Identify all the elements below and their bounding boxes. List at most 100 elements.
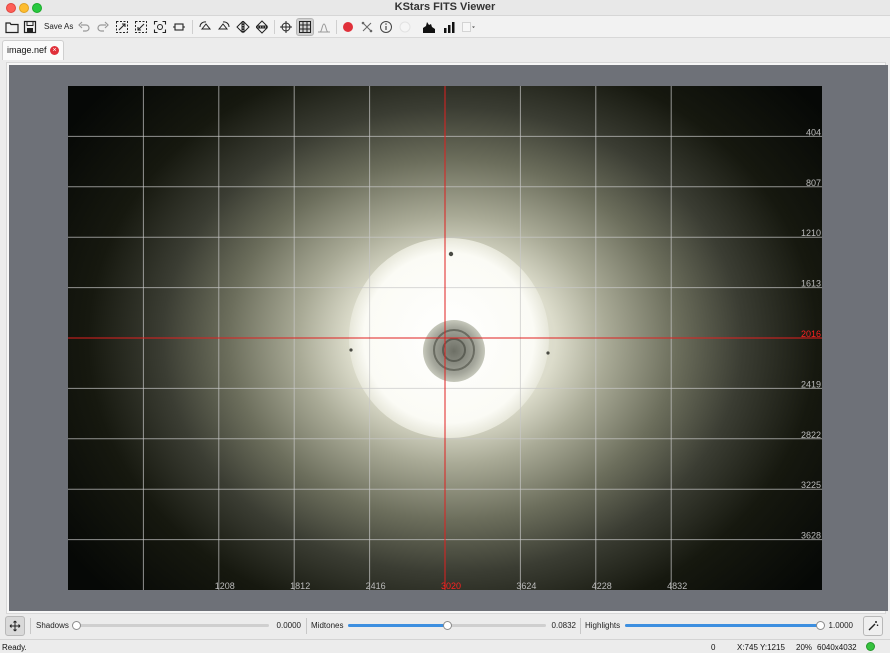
grid-label-y: 3628	[801, 531, 821, 541]
midtones-fill	[348, 624, 447, 627]
move-icon	[9, 620, 21, 632]
rotate-ccw-icon	[217, 21, 230, 30]
toolbar-separator	[336, 20, 337, 34]
highlights-slider[interactable]	[625, 621, 825, 630]
fits-image[interactable]: 1208 1812 2416 3020 3624 4228 4832 404 807 1210 16…	[68, 86, 822, 590]
zoom-out-button[interactable]	[132, 18, 150, 36]
undo-button[interactable]	[75, 18, 93, 36]
dropdown-icon	[462, 22, 475, 32]
stars-icon	[361, 21, 373, 33]
shadows-slider[interactable]	[72, 621, 269, 630]
grid-label-y: 3225	[801, 480, 821, 490]
image-resolution: 6040x4032	[817, 643, 857, 652]
flip-horizontal-icon	[236, 20, 250, 34]
grid-label-y: 2016	[801, 329, 821, 339]
disc-mark	[546, 351, 550, 355]
undo-icon	[78, 21, 90, 32]
flip-horizontal-button[interactable]	[234, 18, 252, 36]
tab-image[interactable]: image.nef ×	[2, 40, 64, 60]
zoom-out-icon	[135, 21, 147, 33]
statistics-button[interactable]	[440, 18, 458, 36]
grid-label-y: 2822	[801, 430, 821, 440]
magic-wand-icon	[868, 621, 879, 631]
crosshair-button[interactable]	[277, 18, 295, 36]
divider	[30, 618, 31, 634]
grid-label-x: 4832	[667, 581, 687, 590]
rotate-ccw-button[interactable]	[215, 18, 233, 36]
window-title: KStars FITS Viewer	[394, 1, 496, 13]
blank-icon	[399, 21, 411, 33]
tab-bar: image.nef ×	[0, 38, 890, 60]
status-bar: Ready. 0 X:745 Y:1215 20% 6040x4032	[0, 639, 890, 653]
save-button[interactable]	[21, 18, 39, 36]
floppy-icon	[23, 20, 37, 34]
grid-icon	[299, 21, 311, 33]
grid-label-x: 4228	[592, 581, 612, 590]
divider	[580, 618, 581, 634]
zoom-actual-button[interactable]	[170, 18, 188, 36]
shadows-value: 0.0000	[276, 621, 301, 630]
grid-toggle-button[interactable]	[296, 18, 314, 36]
redo-button[interactable]	[94, 18, 112, 36]
highlights-fill	[625, 624, 820, 627]
histogram-button[interactable]	[420, 18, 438, 36]
grid-label-x: 1812	[290, 581, 310, 590]
zoom-fit-button[interactable]	[151, 18, 169, 36]
tab-close-icon[interactable]: ×	[50, 46, 59, 55]
highlights-label: Highlights	[585, 621, 621, 630]
rotate-cw-icon	[199, 21, 212, 30]
midtones-handle[interactable]	[443, 621, 452, 630]
toolbar-separator	[192, 20, 193, 34]
title-bar: KStars FITS Viewer	[0, 0, 890, 16]
zoom-in-button[interactable]	[113, 18, 131, 36]
shadows-handle[interactable]	[72, 621, 81, 630]
stretch-bar: Shadows 0.0000 Midtones 0.0832 Highlight…	[0, 614, 890, 638]
redo-icon	[97, 21, 109, 32]
bar-chart-icon	[444, 22, 455, 33]
midtones-value: 0.0832	[551, 621, 576, 630]
record-icon	[343, 22, 353, 32]
zoom-level: 20%	[796, 643, 813, 652]
midtones-label: Midtones	[311, 621, 344, 630]
pixel-value: 0	[711, 643, 716, 652]
flip-vertical-icon	[255, 20, 269, 34]
zoom-actual-icon	[173, 23, 185, 31]
status-message: Ready.	[2, 643, 27, 652]
grid-label-x: 3624	[516, 581, 536, 590]
profile-icon	[318, 23, 330, 33]
pixel-grid-button[interactable]	[315, 18, 333, 36]
highlights-value: 1.0000	[828, 621, 853, 630]
toolbar-separator	[274, 20, 275, 34]
shadows-label: Shadows	[36, 621, 69, 630]
info-icon	[380, 21, 392, 33]
more-options-dropdown[interactable]	[459, 18, 477, 36]
zoom-in-icon	[116, 21, 128, 33]
grid-label-y: 404	[806, 127, 821, 137]
grid-label-x: 2416	[366, 581, 386, 590]
toolbar: Save As	[0, 16, 890, 38]
mark-stars-button[interactable]	[339, 18, 357, 36]
grid-label-x: 1208	[215, 581, 235, 590]
status-led-icon	[866, 642, 875, 651]
open-folder-button[interactable]	[3, 18, 21, 36]
pan-tool-button[interactable]	[5, 616, 25, 636]
folder-icon	[5, 22, 19, 34]
auto-stretch-button[interactable]	[863, 616, 883, 636]
grid-label-y: 1613	[801, 279, 821, 289]
histogram-icon	[423, 22, 435, 33]
star-detection-button[interactable]	[358, 18, 376, 36]
disc-mark	[349, 348, 353, 352]
tab-label: image.nef	[7, 45, 47, 55]
zoom-fit-icon	[153, 20, 167, 34]
grid-label-y: 1210	[801, 228, 821, 238]
flip-vertical-button[interactable]	[253, 18, 271, 36]
save-as-button[interactable]: Save As	[44, 22, 73, 31]
filter-button[interactable]	[396, 18, 414, 36]
midtones-slider[interactable]	[348, 621, 546, 630]
grid-label-y: 807	[806, 178, 821, 188]
grid-label-y: 2419	[801, 379, 821, 389]
crosshair-icon	[280, 21, 292, 33]
info-button[interactable]	[377, 18, 395, 36]
disc-mark	[448, 251, 454, 257]
rotate-cw-button[interactable]	[196, 18, 214, 36]
